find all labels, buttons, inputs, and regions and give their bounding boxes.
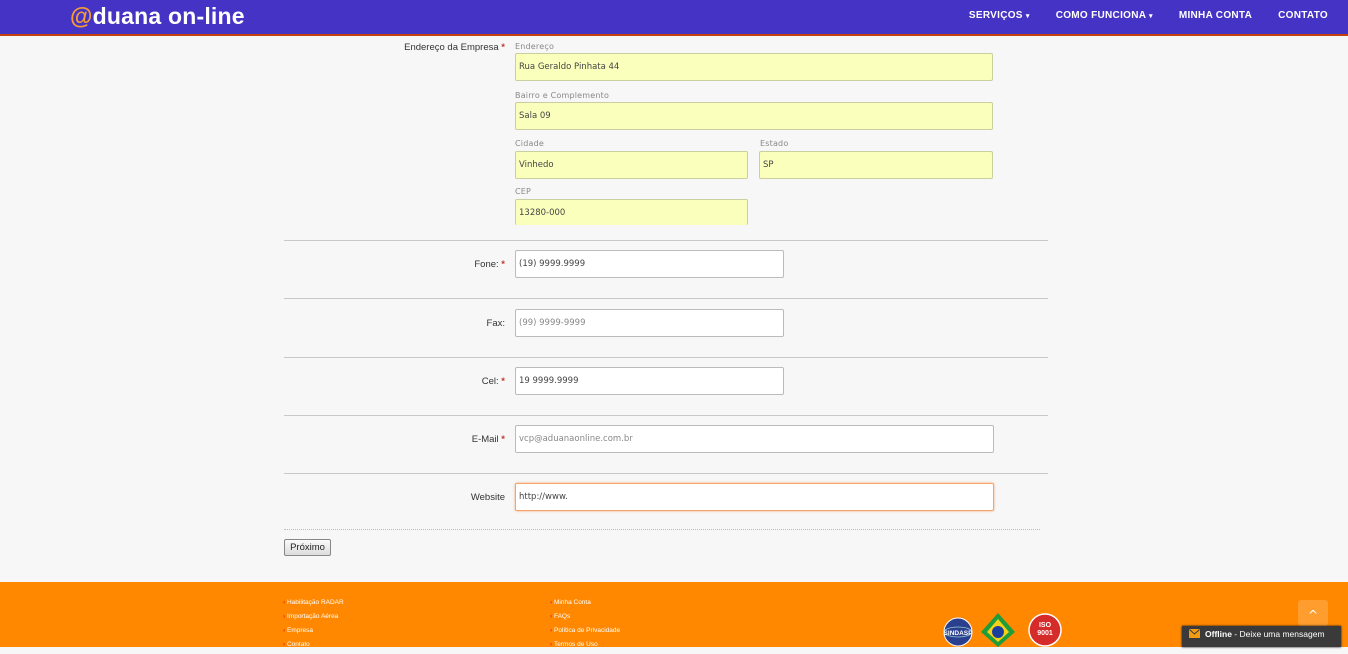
nav-como-funciona[interactable]: COMO FUNCIONA ▾ (1056, 10, 1153, 21)
chevron-down-icon: ▾ (1149, 13, 1153, 20)
footer-link[interactable]: Contato (283, 640, 344, 654)
iso-9001-badge-icon: ISO 9001 (1028, 613, 1062, 647)
address-label: Endereço da Empresa * (380, 42, 505, 53)
site-logo[interactable]: @duana on-line (70, 3, 245, 30)
email-label: E-Mail * (400, 434, 505, 445)
address-label-text: Endereço da Empresa (404, 42, 499, 53)
footer-link[interactable]: Minha Conta (550, 598, 620, 612)
bairro-input[interactable] (515, 102, 993, 130)
cel-label-text: Cel: (481, 376, 499, 387)
brazil-flag-icon (981, 613, 1015, 647)
footer-links-col2: Minha Conta FAQs Política de Privacidade… (550, 598, 620, 654)
fax-label: Fax: (486, 318, 505, 329)
footer-link[interactable]: FAQs (550, 612, 620, 626)
required-mark: * (501, 259, 505, 270)
nav-servicos[interactable]: SERVIÇOS ▾ (969, 10, 1030, 21)
chat-message: Deixe uma mensagem (1239, 629, 1325, 639)
fone-label: Fone: * (400, 259, 505, 270)
svg-text:SINDASP: SINDASP (944, 630, 974, 637)
bairro-sublabel: Bairro e Complemento (515, 91, 610, 100)
footer-link[interactable]: Termos de Uso (550, 640, 620, 654)
cidade-sublabel: Cidade (515, 139, 544, 148)
next-button[interactable]: Próximo (284, 539, 331, 556)
cel-input[interactable] (515, 367, 784, 395)
chevron-down-icon: ▾ (1025, 13, 1030, 20)
endereco-input[interactable] (515, 53, 993, 81)
cidade-input[interactable] (515, 151, 748, 179)
divider (284, 357, 1048, 358)
footer-links-col1: Habilitação RADAR Importação Aérea Empre… (283, 598, 344, 654)
footer-link[interactable]: Empresa (283, 626, 344, 640)
chat-status: Offline (1205, 629, 1232, 639)
nav-como-funciona-label: COMO FUNCIONA (1055, 10, 1146, 21)
endereco-sublabel: Endereço (515, 42, 555, 51)
required-mark: * (501, 376, 505, 387)
logo-text: duana on-line (92, 3, 245, 29)
logo-at-sign: @ (70, 3, 93, 29)
email-input[interactable] (515, 425, 994, 453)
nav-contato[interactable]: CONTATO (1278, 10, 1328, 21)
divider (284, 415, 1048, 416)
divider (284, 298, 1048, 299)
divider (284, 240, 1048, 241)
top-navbar: @duana on-line SERVIÇOS ▾ COMO FUNCIONA … (0, 0, 1348, 36)
cep-input[interactable] (515, 199, 748, 225)
cel-label: Cel: * (400, 376, 505, 387)
footer-link[interactable]: Política de Privacidade (550, 626, 620, 640)
sindasp-badge-icon: SINDASP (943, 617, 974, 647)
certification-badges: SINDASP ISO 9001 (943, 613, 1062, 647)
dotted-divider (284, 529, 1040, 530)
cep-sublabel: CEP (515, 187, 532, 196)
fax-input[interactable] (515, 309, 784, 337)
estado-input[interactable] (759, 151, 993, 179)
main-nav: SERVIÇOS ▾ COMO FUNCIONA ▾ MINHA CONTA C… (943, 10, 1328, 21)
envelope-icon (1189, 629, 1200, 640)
required-mark: * (501, 42, 505, 53)
svg-text:9001: 9001 (1037, 630, 1053, 637)
fone-label-text: Fone: (474, 259, 499, 270)
website-input[interactable] (515, 483, 994, 511)
email-label-text: E-Mail (471, 434, 499, 445)
nav-minha-conta[interactable]: MINHA CONTA (1179, 10, 1252, 21)
estado-sublabel: Estado (760, 139, 789, 148)
footer-link[interactable]: Habilitação RADAR (283, 598, 344, 612)
chat-text: Offline - Deixe uma mensagem (1205, 629, 1325, 639)
fone-input[interactable] (515, 250, 784, 278)
chat-widget[interactable]: Offline - Deixe uma mensagem (1182, 626, 1341, 647)
svg-text:ISO: ISO (1039, 622, 1052, 629)
required-mark: * (501, 434, 505, 445)
footer-link[interactable]: Importação Aérea (283, 612, 344, 626)
footer: Habilitação RADAR Importação Aérea Empre… (0, 582, 1348, 648)
divider (284, 473, 1048, 474)
website-label: Website (470, 492, 505, 503)
nav-servicos-label: SERVIÇOS (968, 10, 1023, 21)
chevron-up-icon: ^ (1307, 608, 1319, 622)
back-to-top-button[interactable]: ^ (1298, 600, 1328, 626)
